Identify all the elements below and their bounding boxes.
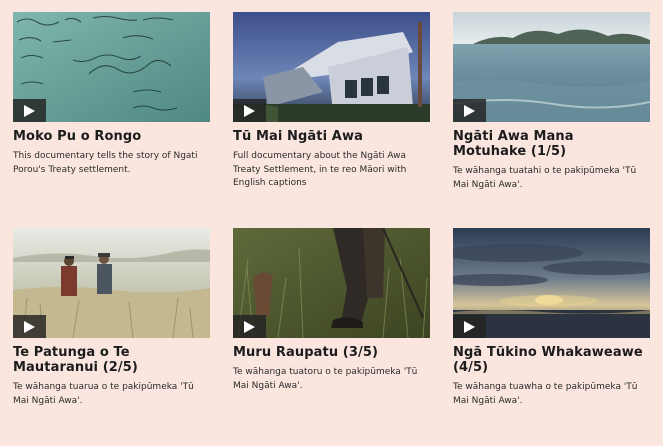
video-description: Te wāhanga tuatoru o te pakipūmeka 'Tū M…	[233, 367, 418, 391]
play-icon	[244, 320, 255, 333]
video-thumbnail[interactable]	[13, 228, 210, 338]
video-card-tu-mai-ngati-awa: Tū Mai Ngāti Awa Full documentary about …	[233, 12, 431, 191]
play-icon	[24, 104, 35, 117]
video-title[interactable]: Muru Raupatu (3/5)	[233, 345, 431, 360]
video-thumbnail[interactable]	[233, 228, 430, 338]
video-description: Te wāhanga tuawha o te pakipūmeka 'Tū Ma…	[453, 382, 638, 406]
play-icon	[464, 320, 475, 333]
video-card-moko-pu-o-rongo: Moko Pu o Rongo This documentary tells t…	[13, 12, 211, 177]
video-title[interactable]: Ngā Tūkino Whakaweawe (4/5)	[453, 345, 651, 375]
video-thumbnail[interactable]	[453, 228, 650, 338]
video-title[interactable]: Ngāti Awa Mana Motuhake (1/5)	[453, 129, 651, 159]
video-description: Full documentary about the Ngāti Awa Tre…	[233, 151, 407, 188]
video-thumbnail[interactable]	[453, 12, 650, 122]
video-description: Te wāhanga tuarua o te pakipūmeka 'Tū Ma…	[13, 382, 194, 406]
video-card-mana-motuhake: Ngāti Awa Mana Motuhake (1/5) Te wāhanga…	[453, 12, 651, 192]
play-button[interactable]	[13, 99, 46, 122]
play-button[interactable]	[233, 315, 266, 338]
play-button[interactable]	[233, 99, 266, 122]
video-title[interactable]: Tū Mai Ngāti Awa	[233, 129, 431, 144]
video-thumbnail[interactable]	[13, 12, 210, 122]
video-title[interactable]: Moko Pu o Rongo	[13, 129, 211, 144]
video-title[interactable]: Te Patunga o Te Mautaranui (2/5)	[13, 345, 211, 375]
play-icon	[244, 104, 255, 117]
play-icon	[24, 320, 35, 333]
video-description: Te wāhanga tuatahi o te pakipūmeka 'Tū M…	[453, 166, 637, 190]
video-thumbnail[interactable]	[233, 12, 430, 122]
play-icon	[464, 104, 475, 117]
video-description: This documentary tells the story of Ngat…	[13, 151, 198, 175]
play-button[interactable]	[13, 315, 46, 338]
video-card-te-patunga: Te Patunga o Te Mautaranui (2/5) Te wāha…	[13, 228, 211, 408]
play-button[interactable]	[453, 315, 486, 338]
video-card-nga-tukino: Ngā Tūkino Whakaweawe (4/5) Te wāhanga t…	[453, 228, 651, 408]
video-card-muru-raupatu: Muru Raupatu (3/5) Te wāhanga tuatoru o …	[233, 228, 431, 393]
play-button[interactable]	[453, 99, 486, 122]
